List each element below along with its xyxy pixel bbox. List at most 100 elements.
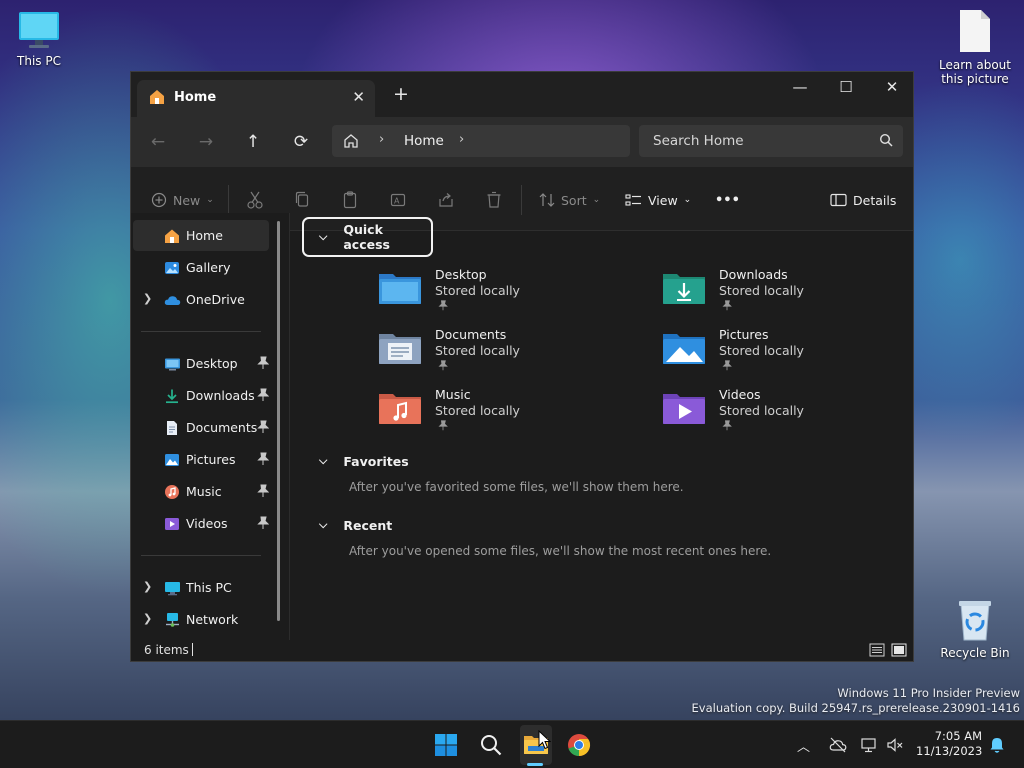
sidebar-item-gallery[interactable]: Gallery: [133, 252, 269, 283]
pin-icon: [438, 300, 448, 311]
downloads-icon: [166, 389, 178, 404]
search-icon: [879, 133, 893, 147]
sidebar-item-label: Downloads: [186, 388, 255, 403]
chevron-right-icon[interactable]: ❯: [143, 292, 152, 305]
more-options-button[interactable]: •••: [715, 189, 740, 211]
chrome-taskbar-button[interactable]: [563, 729, 595, 761]
start-button[interactable]: [430, 729, 462, 761]
breadcrumb-separator[interactable]: ›: [379, 132, 384, 147]
pin-icon[interactable]: [257, 356, 269, 370]
status-bar: 6 items: [131, 640, 913, 661]
breadcrumb-separator[interactable]: ›: [459, 132, 464, 147]
gallery-icon: [165, 262, 179, 274]
favorites-header[interactable]: ⌵ Favorites: [302, 441, 409, 481]
pin-icon[interactable]: [257, 420, 269, 434]
navigation-bar: ← → ↑ ⟳ › Home ›: [131, 117, 913, 167]
back-button[interactable]: ←: [147, 131, 169, 153]
refresh-button[interactable]: ⟳: [290, 131, 312, 153]
pin-icon[interactable]: [257, 516, 269, 530]
chevron-down-icon: ⌄: [206, 195, 214, 205]
chevron-right-icon[interactable]: ❯: [143, 580, 152, 593]
sidebar-scrollbar[interactable]: [277, 221, 280, 621]
sidebar-item-videos[interactable]: Videos: [133, 508, 269, 539]
new-button[interactable]: New ⌄: [151, 189, 214, 211]
view-button[interactable]: View ⌄: [625, 189, 691, 211]
copy-icon[interactable]: [294, 189, 310, 211]
maximize-button[interactable]: ☐: [823, 72, 869, 102]
volume-muted-icon[interactable]: [886, 736, 904, 754]
sidebar-item-home[interactable]: Home: [133, 220, 269, 251]
chevron-down-icon: ⌄: [683, 195, 692, 205]
forward-button[interactable]: →: [195, 131, 217, 153]
sidebar-item-network[interactable]: ❯ Network: [133, 604, 269, 635]
pin-icon[interactable]: [257, 484, 269, 498]
item-name: Desktop: [435, 267, 487, 282]
network-icon: [166, 613, 179, 627]
system-clock[interactable]: 7:05 AM 11/13/2023: [916, 729, 982, 759]
notification-bell-icon[interactable]: [988, 736, 1006, 754]
watermark-line: Evaluation copy. Build 25947.rs_prerelea…: [691, 701, 1020, 715]
new-tab-button[interactable]: +: [393, 83, 409, 105]
desktop-icon-learn-about-picture[interactable]: Learn about this picture: [930, 8, 1020, 86]
sort-icon: [539, 193, 555, 207]
chevron-down-icon: ⌄: [592, 195, 601, 205]
quick-access-music[interactable]: Music Stored locally: [378, 387, 638, 443]
sidebar-item-label: OneDrive: [186, 292, 245, 307]
cloud-offline-icon[interactable]: [829, 736, 847, 754]
pin-icon[interactable]: [257, 452, 269, 466]
close-tab-icon[interactable]: ✕: [352, 88, 365, 106]
windows-logo-icon: [435, 734, 457, 756]
quick-access-downloads[interactable]: Downloads Stored locally: [662, 267, 913, 323]
sort-button[interactable]: Sort ⌄: [539, 189, 600, 211]
search-input[interactable]: [639, 125, 871, 157]
sidebar-item-onedrive[interactable]: ❯ OneDrive: [133, 284, 269, 315]
details-button[interactable]: Details: [830, 189, 896, 211]
divider: [141, 331, 261, 332]
minimize-button[interactable]: —: [777, 72, 823, 102]
close-window-button[interactable]: ✕: [869, 72, 913, 102]
show-hidden-icons-button[interactable]: ︿: [797, 736, 815, 755]
sidebar-item-music[interactable]: Music: [133, 476, 269, 507]
sidebar-item-downloads[interactable]: Downloads: [133, 380, 269, 411]
quick-access-desktop[interactable]: Desktop Stored locally: [378, 267, 638, 323]
sidebar-item-desktop[interactable]: Desktop: [133, 348, 269, 379]
sidebar-item-pictures[interactable]: Pictures: [133, 444, 269, 475]
large-icons-view-icon[interactable]: [891, 643, 907, 657]
item-location: Stored locally: [719, 403, 804, 418]
quick-access-pictures[interactable]: Pictures Stored locally: [662, 327, 913, 383]
recent-header[interactable]: ⌵ Recent: [302, 505, 392, 545]
address-bar[interactable]: › Home ›: [332, 125, 630, 157]
up-button[interactable]: ↑: [242, 131, 264, 153]
tab-home[interactable]: Home ✕: [137, 80, 375, 117]
videos-folder-icon: [663, 394, 705, 424]
sidebar-item-documents[interactable]: Documents: [133, 412, 269, 443]
divider: [521, 185, 522, 215]
sidebar-item-this-pc[interactable]: ❯ This PC: [133, 572, 269, 603]
desktop-icon-this-pc[interactable]: This PC: [0, 10, 84, 68]
desktop-icon-recycle-bin[interactable]: Recycle Bin: [930, 598, 1020, 660]
documents-icon: [167, 421, 177, 435]
search-button[interactable]: [475, 729, 507, 761]
item-name: Pictures: [719, 327, 769, 342]
rename-icon[interactable]: A: [390, 189, 406, 211]
content-pane: ⌵ Quick access Desktop Stored locally Do…: [290, 213, 913, 640]
share-icon[interactable]: [438, 189, 454, 211]
pin-icon: [722, 300, 732, 311]
network-status-icon[interactable]: [861, 736, 879, 754]
details-view-icon[interactable]: [869, 643, 885, 657]
watermark-line: Windows 11 Pro Insider Preview: [837, 686, 1020, 700]
file-explorer-window: Home ✕ + — ☐ ✕ ← → ↑ ⟳ › Home › Search H…: [130, 71, 914, 662]
pin-icon: [438, 360, 448, 371]
tab-title: Home: [174, 90, 217, 105]
paste-icon[interactable]: [342, 189, 358, 211]
chevron-right-icon[interactable]: ❯: [143, 612, 152, 625]
delete-icon[interactable]: [486, 189, 502, 211]
pin-icon[interactable]: [257, 388, 269, 402]
quick-access-documents[interactable]: Documents Stored locally: [378, 327, 638, 383]
quick-access-videos[interactable]: Videos Stored locally: [662, 387, 913, 443]
sidebar-item-label: Music: [186, 484, 222, 499]
search-box[interactable]: [639, 125, 903, 157]
quick-access-header[interactable]: ⌵ Quick access: [302, 217, 433, 257]
cut-icon[interactable]: [247, 189, 263, 211]
breadcrumb-home[interactable]: Home: [404, 133, 444, 149]
